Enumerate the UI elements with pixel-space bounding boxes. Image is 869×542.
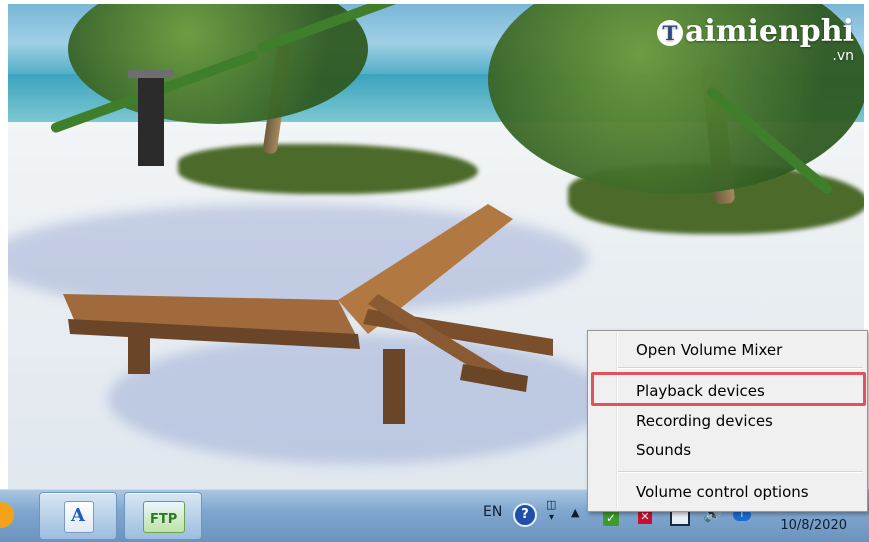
document-app-icon: A [64, 501, 94, 533]
arrow-down-icon[interactable]: ▾ [549, 512, 554, 523]
taskbar-button-cuteftp[interactable]: FTP [124, 492, 202, 540]
watermark-domain: .vn [832, 48, 854, 64]
document-app-glyph: A [71, 505, 85, 526]
show-desktop-icon[interactable]: ◫ [546, 498, 556, 511]
help-icon[interactable]: ? [513, 503, 537, 527]
menu-item-volume-control-options[interactable]: Volume control options [636, 483, 809, 501]
action-center-flag-icon[interactable]: ✕ [638, 510, 652, 524]
menu-item-sounds[interactable]: Sounds [636, 441, 691, 459]
show-hidden-icons-icon[interactable]: ▲ [571, 506, 579, 519]
cuteftp-glyph: FTP [150, 512, 178, 527]
menu-separator [618, 367, 863, 369]
volume-context-menu: Open Volume Mixer Playback devices Recor… [587, 330, 868, 512]
watermark-brand: aimienphi [684, 14, 854, 49]
taskbar-button-document-app[interactable]: A [39, 492, 117, 540]
language-indicator[interactable]: EN [483, 504, 502, 520]
security-check-icon[interactable]: ✓ [603, 510, 619, 526]
menu-separator [618, 471, 863, 473]
menu-item-recording-devices[interactable]: Recording devices [636, 412, 773, 430]
cuteftp-icon: FTP [143, 501, 185, 533]
menu-item-open-volume-mixer[interactable]: Open Volume Mixer [636, 341, 782, 359]
playback-devices-highlight [591, 372, 866, 406]
watermark-logo-icon: T [656, 20, 683, 46]
help-glyph: ? [521, 507, 529, 522]
orange-app-icon[interactable] [0, 502, 14, 528]
menu-gutter [616, 333, 618, 509]
clock-date[interactable]: 10/8/2020 [780, 518, 847, 533]
taimienphi-watermark: Taimienphi .vn [656, 14, 854, 64]
